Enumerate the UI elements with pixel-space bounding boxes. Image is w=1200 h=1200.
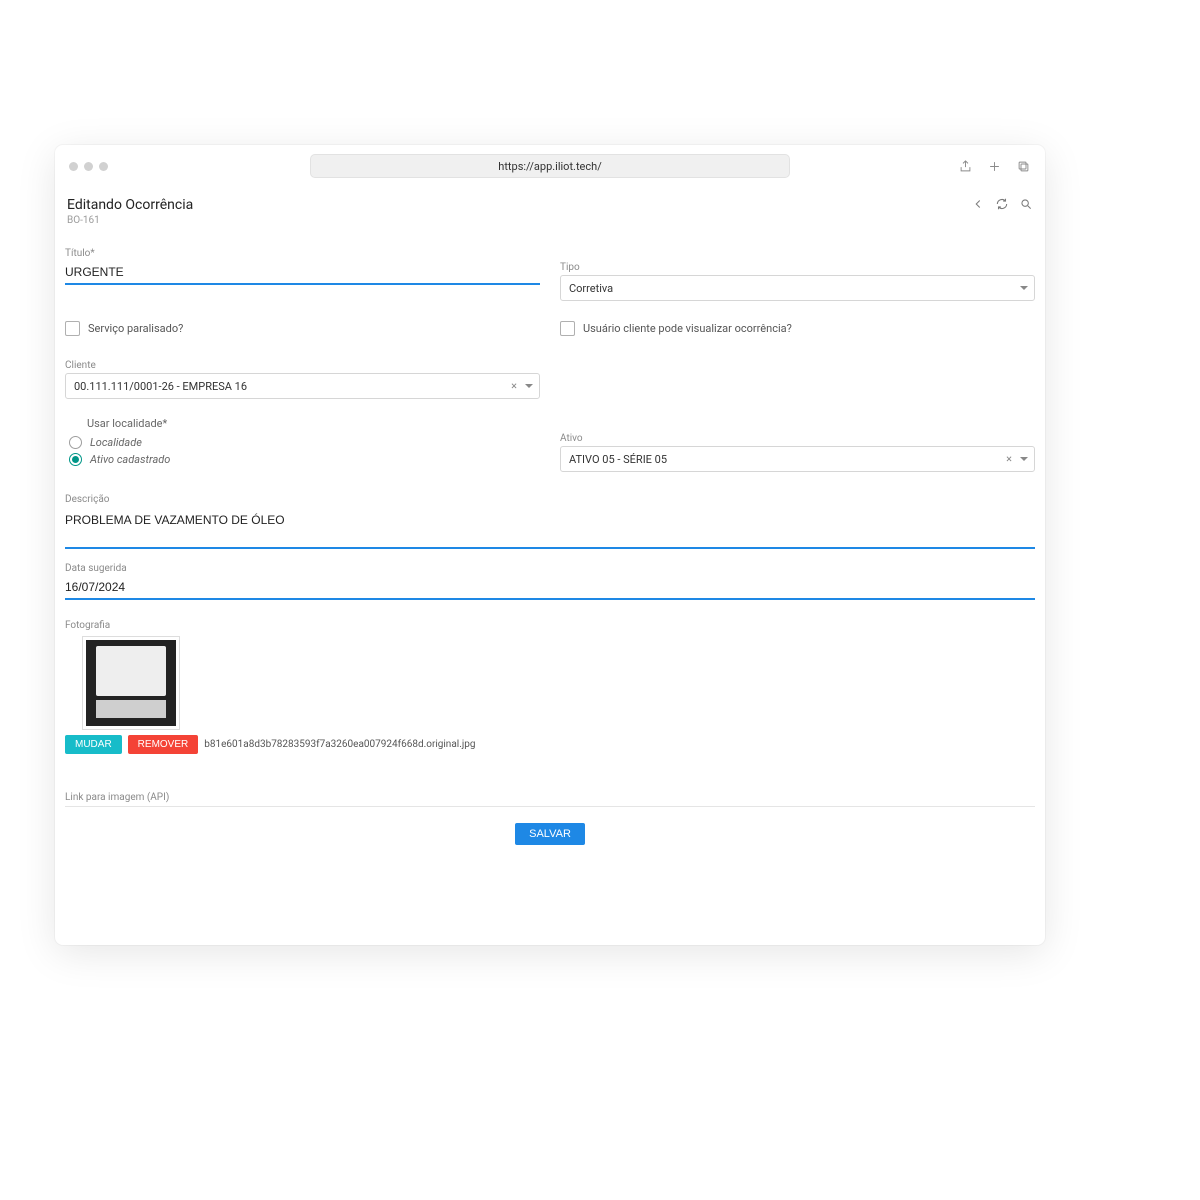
label-ativo: Ativo (560, 433, 1035, 444)
back-arrow-icon[interactable] (971, 197, 985, 211)
usuario-cliente-checkbox[interactable] (560, 321, 575, 336)
window-controls (69, 162, 108, 171)
url-bar[interactable]: https://app.iliot.tech/ (310, 154, 790, 178)
servico-paralisado-checkbox-row: Serviço paralisado? (65, 321, 540, 336)
page-header: Editando Ocorrência BO-161 (65, 197, 1035, 226)
clear-cliente-icon[interactable]: × (511, 380, 517, 393)
radio-localidade[interactable] (69, 436, 82, 449)
spacer (560, 350, 1035, 399)
field-descricao: Descrição (65, 494, 1035, 549)
field-titulo: Título* (65, 248, 540, 301)
field-link-api: Link para imagem (API) (65, 768, 1035, 807)
servico-paralisado-label: Serviço paralisado? (88, 322, 183, 335)
plus-icon[interactable] (987, 159, 1002, 174)
clear-ativo-icon[interactable]: × (1006, 453, 1012, 466)
page-title: Editando Ocorrência (67, 197, 193, 213)
label-tipo: Tipo (560, 262, 1035, 273)
servico-paralisado-checkbox[interactable] (65, 321, 80, 336)
photo-filename: b81e601a8d3b78283593f7a3260ea007924f668d… (204, 739, 475, 750)
label-descricao: Descrição (65, 494, 1035, 505)
radio-ativo-label: Ativo cadastrado (90, 453, 170, 466)
chevron-down-icon (1020, 457, 1028, 461)
radio-ativo-row[interactable]: Ativo cadastrado (69, 453, 540, 466)
search-icon[interactable] (1019, 197, 1033, 211)
ativo-select[interactable]: ATIVO 05 - SÉRIE 05 × (560, 446, 1035, 472)
link-api-input-line[interactable] (65, 806, 1035, 807)
url-text: https://app.iliot.tech/ (498, 160, 601, 173)
field-data-sugerida: Data sugerida (65, 563, 1035, 600)
save-row: SALVAR (65, 823, 1035, 845)
chevron-down-icon (525, 384, 533, 388)
label-fotografia: Fotografia (65, 620, 1035, 631)
usuario-cliente-label: Usuário cliente pode visualizar ocorrênc… (583, 322, 792, 335)
photo-thumbnail[interactable] (83, 637, 179, 729)
label-cliente: Cliente (65, 360, 540, 371)
cliente-select[interactable]: 00.111.111/0001-26 - EMPRESA 16 × (65, 373, 540, 399)
tipo-selected: Corretiva (569, 282, 613, 295)
radio-ativo-cadastrado[interactable] (69, 453, 82, 466)
share-icon[interactable] (958, 159, 973, 174)
tipo-select[interactable]: Corretiva (560, 275, 1035, 301)
refresh-icon[interactable] (995, 197, 1009, 211)
page-content: Editando Ocorrência BO-161 Título* Tipo … (55, 187, 1045, 945)
occurrence-code: BO-161 (67, 215, 193, 226)
field-ativo: Ativo ATIVO 05 - SÉRIE 05 × (560, 433, 1035, 472)
chevron-down-icon (1020, 286, 1028, 290)
field-cliente: Cliente 00.111.111/0001-26 - EMPRESA 16 … (65, 360, 540, 399)
usar-localidade-label: Usar localidade* (87, 417, 540, 430)
descricao-input[interactable] (65, 507, 1035, 549)
chrome-right-actions (958, 159, 1031, 174)
label-titulo: Título* (65, 248, 540, 259)
traffic-dot[interactable] (69, 162, 78, 171)
mudar-button[interactable]: MUDAR (65, 735, 122, 754)
header-actions (971, 197, 1033, 211)
field-tipo: Tipo Corretiva (560, 262, 1035, 301)
field-fotografia: Fotografia MUDAR REMOVER b81e601a8d3b782… (65, 620, 1035, 754)
salvar-button[interactable]: SALVAR (515, 823, 585, 845)
radio-localidade-row[interactable]: Localidade (69, 436, 540, 449)
traffic-dot[interactable] (99, 162, 108, 171)
form-grid: Título* Tipo Corretiva Serviço paralisad… (65, 248, 1035, 807)
remover-button[interactable]: REMOVER (128, 735, 199, 754)
titulo-input[interactable] (65, 261, 540, 285)
data-sugerida-input[interactable] (65, 576, 1035, 600)
copy-icon[interactable] (1016, 159, 1031, 174)
browser-chrome: https://app.iliot.tech/ (55, 145, 1045, 187)
label-data-sugerida: Data sugerida (65, 563, 1035, 574)
traffic-dot[interactable] (84, 162, 93, 171)
cliente-selected: 00.111.111/0001-26 - EMPRESA 16 (74, 380, 247, 393)
photo-actions-row: MUDAR REMOVER b81e601a8d3b78283593f7a326… (65, 735, 1035, 754)
browser-window: https://app.iliot.tech/ Editando Ocorrên… (55, 145, 1045, 945)
ativo-selected: ATIVO 05 - SÉRIE 05 (569, 453, 667, 466)
usuario-cliente-checkbox-row: Usuário cliente pode visualizar ocorrênc… (560, 321, 1035, 336)
radio-localidade-label: Localidade (90, 436, 142, 449)
usar-localidade-group: Usar localidade* Localidade Ativo cadast… (65, 417, 540, 472)
label-link-api: Link para imagem (API) (65, 792, 1035, 803)
